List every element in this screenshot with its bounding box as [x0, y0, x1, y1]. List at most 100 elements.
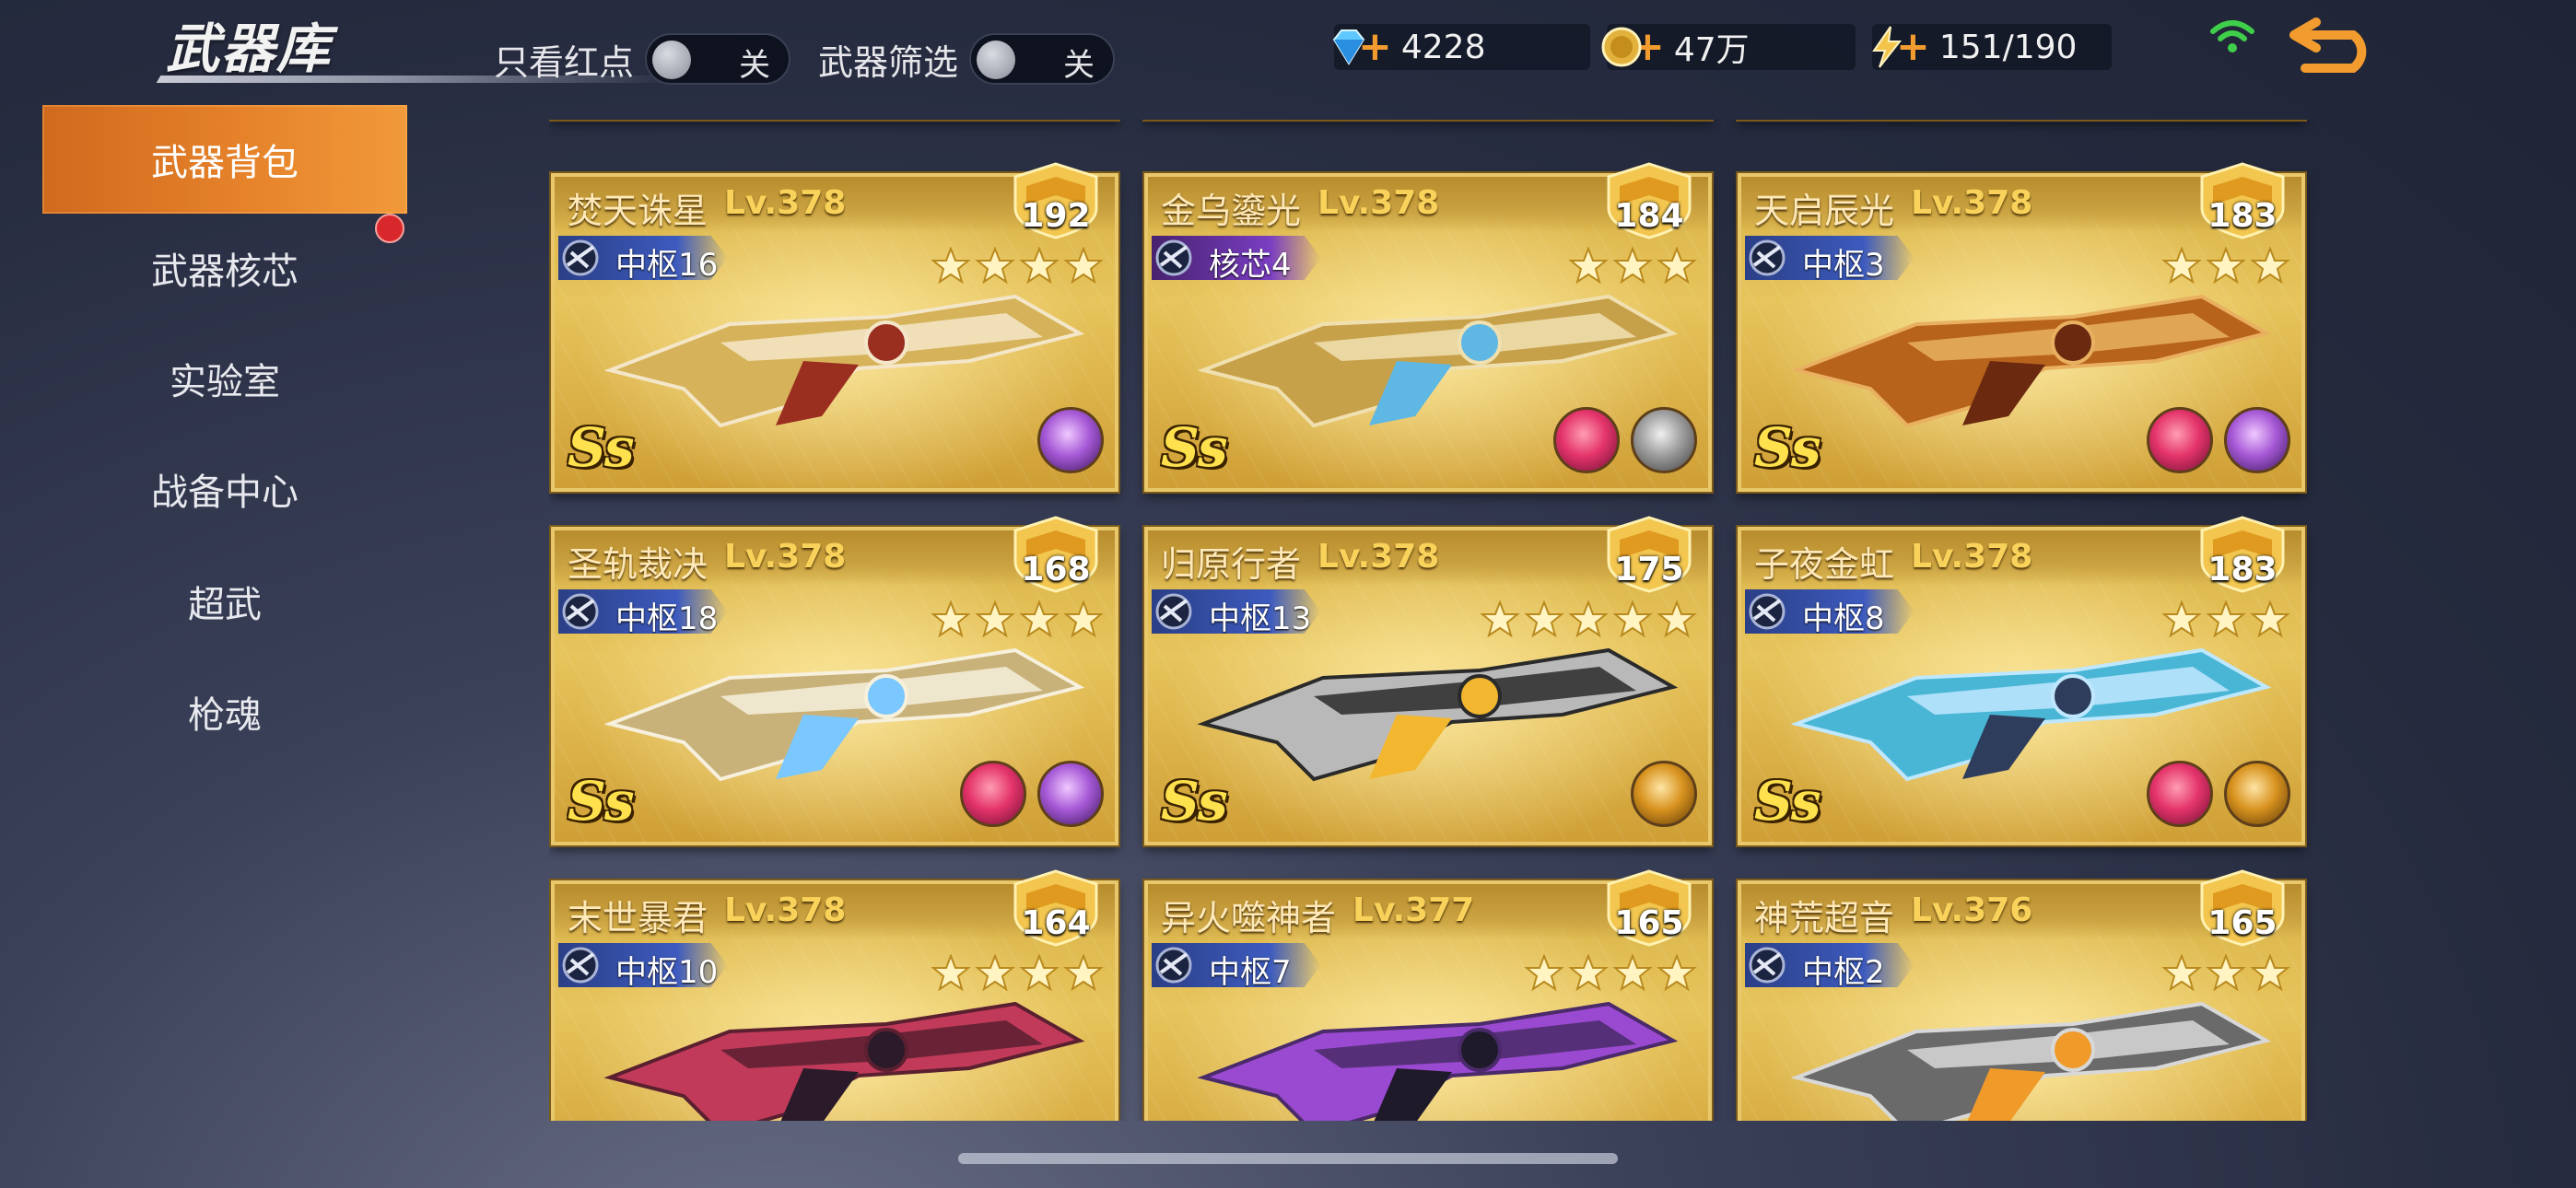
weapon-card[interactable]: 子夜金虹 Lv.378 183 中枢8 Ss [1738, 516, 2305, 845]
nav-super-weapon[interactable]: 超武 [42, 547, 407, 656]
weapon-name: 圣轨裁决 [568, 544, 708, 585]
weapon-level: Lv.378 [1911, 538, 2033, 576]
weapon-card[interactable]: 金乌鎏光 Lv.378 184 核芯4 Ss [1144, 162, 1712, 492]
attachment-slot-icon[interactable] [2147, 761, 2213, 827]
rank-label: Ss [1161, 416, 1228, 479]
star-rating [2161, 247, 2290, 285]
weapon-art [603, 647, 1085, 782]
red-dot-toggle[interactable]: 关 [645, 33, 791, 85]
star-icon [1524, 954, 1564, 992]
energy-bolt-icon [1872, 26, 1903, 68]
weapon-level: Lv.378 [1317, 538, 1440, 576]
attachment-slot-icon[interactable] [1631, 761, 1697, 827]
toggle-knob [977, 41, 1016, 79]
weapon-filter-label: 武器筛选 [818, 41, 959, 83]
nav-label: 武器核芯 [151, 250, 299, 293]
attachment-slot-icon[interactable] [2224, 761, 2290, 827]
star-icon [975, 600, 1015, 638]
core-label: 中枢16 [615, 247, 719, 284]
nav-label: 战备中心 [151, 472, 299, 514]
diamond-counter[interactable]: + 4228 [1332, 24, 1590, 70]
core-label: 中枢8 [1802, 600, 1885, 637]
weapon-card[interactable]: 焚天诛星 Lv.378 192 中枢16 Ss [551, 162, 1118, 492]
power-value: 184 [1614, 197, 1684, 235]
core-tag: 中枢18 [558, 589, 728, 634]
core-label: 中枢2 [1802, 954, 1885, 991]
back-button[interactable] [2289, 17, 2377, 74]
star-icon [1612, 247, 1653, 285]
weapon-art [1197, 647, 1679, 782]
attachment-slot-icon[interactable] [1631, 407, 1697, 473]
star-icon [2206, 600, 2246, 638]
red-dot-filter[interactable]: 只看红点 关 [494, 33, 791, 85]
nav-weapon-bag[interactable]: 武器背包 [42, 105, 407, 214]
weapon-name: 异火噬神者 [1161, 898, 1337, 938]
weapon-card[interactable]: 天启辰光 Lv.378 183 中枢3 Ss [1738, 162, 2305, 492]
core-tag: 中枢2 [1745, 943, 1914, 987]
nav-label: 超武 [188, 584, 262, 626]
notification-dot [375, 214, 404, 243]
nav-label: 枪魂 [188, 694, 262, 737]
nav-preparation-center[interactable]: 战备中心 [42, 435, 407, 543]
nav-laboratory[interactable]: 实验室 [42, 324, 407, 433]
core-weapon-icon [562, 593, 599, 630]
weapon-name: 子夜金虹 [1754, 544, 1895, 585]
weapon-art [603, 1001, 1085, 1121]
power-value: 183 [2207, 197, 2277, 235]
page-title: 武器库 [166, 17, 333, 80]
nav-weapon-core[interactable]: 武器核芯 [42, 214, 407, 322]
toggle-knob [652, 41, 692, 79]
star-icon [2206, 247, 2246, 285]
attachment-slot-icon[interactable] [1037, 761, 1104, 827]
weapon-art [603, 294, 1085, 428]
attachment-slot-icon[interactable] [1553, 407, 1620, 473]
gold-value: 47万 [1673, 31, 1750, 69]
power-value: 183 [2207, 551, 2277, 588]
gold-coin-icon [1601, 27, 1642, 67]
weapon-art [1790, 294, 2272, 428]
star-icon [975, 247, 1015, 285]
weapon-filter-toggle[interactable]: 关 [969, 33, 1116, 85]
weapon-name: 焚天诛星 [568, 191, 708, 231]
weapon-card[interactable]: 神荒超音Lv.376165中枢2Ss [1738, 869, 2305, 1121]
attachment-slot-icon[interactable] [2224, 407, 2290, 473]
star-icon [1019, 600, 1060, 638]
weapon-filter[interactable]: 武器筛选 关 [818, 33, 1116, 85]
weapon-card[interactable]: 归原行者 Lv.378 175 中枢13 Ss [1144, 516, 1712, 845]
power-value: 175 [1614, 551, 1684, 588]
core-tag: 中枢16 [558, 236, 728, 280]
rank-label: Ss [1754, 770, 1821, 833]
core-label: 中枢7 [1209, 954, 1292, 991]
star-rating [1524, 954, 1697, 993]
star-icon [931, 247, 971, 285]
star-rating [2161, 954, 2290, 993]
star-icon [1063, 954, 1104, 992]
power-value: 165 [1614, 904, 1684, 942]
power-value: 192 [1021, 197, 1091, 235]
core-weapon-icon [562, 947, 599, 984]
attachment-slot-icon[interactable] [960, 761, 1026, 827]
star-rating [931, 600, 1104, 639]
weapon-card[interactable]: 异火噬神者Lv.377165中枢7Ss [1144, 869, 1712, 1121]
weapon-name: 天启辰光 [1754, 191, 1895, 231]
weapon-level: Lv.378 [724, 538, 847, 576]
toggle-state: 关 [1063, 47, 1095, 84]
core-tag: 中枢7 [1152, 943, 1321, 987]
energy-counter[interactable]: + 151/190 [1872, 24, 2112, 70]
weapon-art [1790, 1001, 2272, 1121]
nav-gun-soul[interactable]: 枪魂 [42, 658, 407, 766]
attachment-slot-icon[interactable] [2147, 407, 2213, 473]
weapon-grid[interactable]: 焚天诛星 Lv.378 192 中枢16 Ss 金乌鎏光 Lv.378 184 核芯4 Ss 天启辰… [549, 120, 2318, 1121]
attachment-slot-icon[interactable] [1037, 407, 1104, 473]
core-label: 中枢10 [615, 954, 719, 991]
weapon-level: Lv.376 [1911, 891, 2033, 929]
core-weapon-icon [1749, 593, 1786, 630]
weapon-card[interactable]: 圣轨裁决 Lv.378 168 中枢18 Ss [551, 516, 1118, 845]
star-icon [1063, 247, 1104, 285]
star-icon [1568, 247, 1609, 285]
weapon-card[interactable]: 末世暴君Lv.378164中枢10Ss [551, 869, 1118, 1121]
rank-label: Ss [1754, 416, 1821, 479]
star-icon [1568, 954, 1609, 992]
gold-counter[interactable]: + 47万 [1601, 24, 1856, 70]
star-rating [931, 247, 1104, 285]
